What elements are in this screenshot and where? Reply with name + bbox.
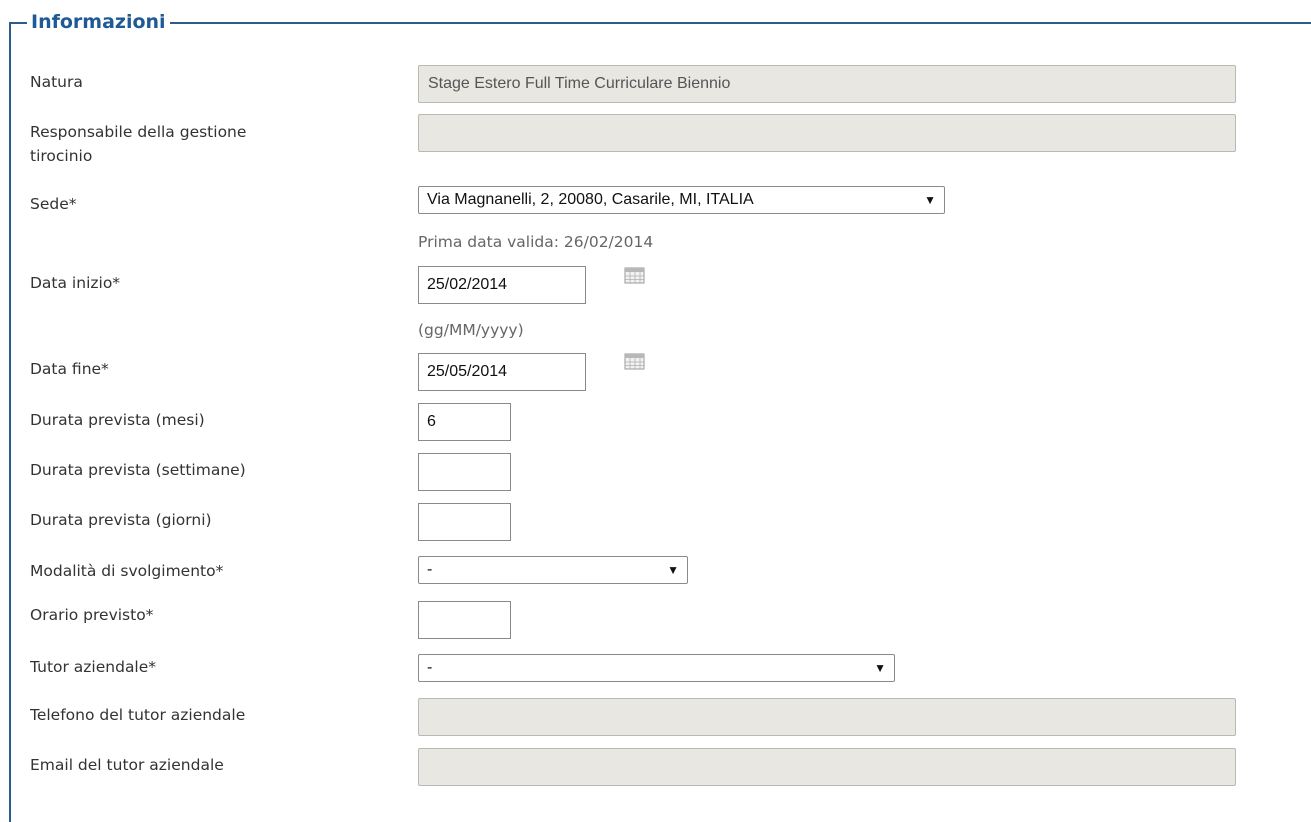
durata-settimane-input[interactable] — [418, 453, 511, 491]
dropdown-arrow-icon: ▼ — [924, 193, 936, 207]
dropdown-arrow-icon: ▼ — [667, 563, 679, 577]
tutor-select[interactable]: - ▼ — [418, 654, 895, 682]
natura-label: Natura — [30, 73, 83, 91]
section-title: Informazioni — [27, 8, 170, 36]
sede-label: Sede* — [30, 195, 77, 213]
dropdown-arrow-icon: ▼ — [874, 661, 886, 675]
modalita-select[interactable]: - ▼ — [418, 556, 688, 584]
durata-mesi-input[interactable]: 6 — [418, 403, 511, 441]
natura-field: Stage Estero Full Time Curriculare Bienn… — [418, 65, 1236, 103]
data-inizio-label: Data inizio* — [30, 274, 121, 292]
email-tutor-label: Email del tutor aziendale — [30, 756, 224, 774]
durata-giorni-input[interactable] — [418, 503, 511, 541]
telefono-tutor-field — [418, 698, 1236, 736]
calendar-icon[interactable] — [624, 267, 646, 285]
responsabile-field — [418, 114, 1236, 152]
durata-mesi-label: Durata prevista (mesi) — [30, 411, 205, 429]
data-fine-label: Data fine* — [30, 360, 109, 378]
tutor-label: Tutor aziendale* — [30, 658, 157, 676]
durata-giorni-label: Durata prevista (giorni) — [30, 511, 212, 529]
durata-settimane-label: Durata prevista (settimane) — [30, 461, 246, 479]
email-tutor-field — [418, 748, 1236, 786]
sede-hint: Prima data valida: 26/02/2014 — [418, 233, 654, 251]
orario-label: Orario previsto* — [30, 606, 154, 624]
telefono-tutor-label: Telefono del tutor aziendale — [30, 706, 246, 724]
responsabile-label-line1: Responsabile della gestione — [30, 123, 247, 141]
tutor-selected-value: - — [427, 659, 433, 676]
responsabile-label-line2: tirocinio — [30, 147, 93, 165]
calendar-icon[interactable] — [624, 353, 646, 371]
orario-input[interactable] — [418, 601, 511, 639]
sede-select[interactable]: Via Magnanelli, 2, 20080, Casarile, MI, … — [418, 186, 945, 214]
sede-selected-value: Via Magnanelli, 2, 20080, Casarile, MI, … — [427, 191, 754, 208]
data-fine-input[interactable]: 25/05/2014 — [418, 353, 586, 391]
modalita-selected-value: - — [427, 561, 433, 578]
modalita-label: Modalità di svolgimento* — [30, 562, 224, 580]
date-format-hint: (gg/MM/yyyy) — [418, 321, 524, 339]
responsabile-label: Responsabile della gestione tirocinio — [30, 120, 246, 168]
data-inizio-input[interactable]: 25/02/2014 — [418, 266, 586, 304]
